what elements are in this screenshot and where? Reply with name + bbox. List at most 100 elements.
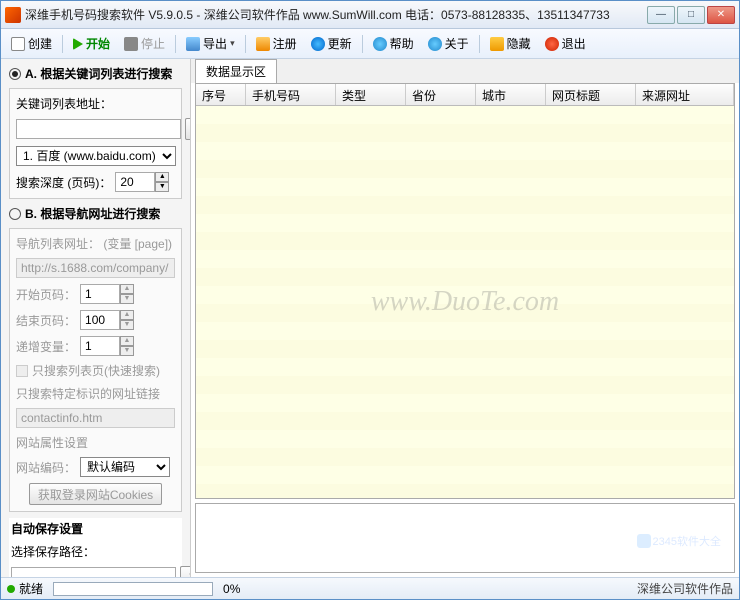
mode-b-radio[interactable]: B. 根据导航网址进行搜索: [9, 205, 182, 222]
encoding-select[interactable]: 默认编码: [80, 457, 170, 477]
titlebar[interactable]: 深维手机号码搜索软件 V5.9.0.5 - 深维公司软件作品 www.SumWi…: [1, 1, 739, 29]
col-city[interactable]: 城市: [476, 84, 546, 105]
depth-label: 搜索深度 (页码)：: [16, 174, 111, 191]
grid-body[interactable]: www.DuoTe.com: [196, 106, 734, 498]
hide-label: 隐藏: [507, 35, 531, 52]
spin-down-icon[interactable]: ▼: [155, 182, 169, 192]
savepath-label: 选择保存路径：: [11, 543, 180, 560]
about-icon: [428, 37, 442, 51]
increment-spinner[interactable]: ▲▼: [80, 336, 134, 356]
end-page-label: 结束页码：: [16, 312, 76, 329]
mode-a-label: A. 根据关键词列表进行搜索: [25, 65, 172, 82]
checkbox-icon: [16, 365, 28, 377]
end-page-input[interactable]: [80, 310, 120, 330]
nav-label: 导航列表网址： (变量 [page]): [16, 235, 175, 252]
start-page-spinner[interactable]: ▲▼: [80, 284, 134, 304]
col-type[interactable]: 类型: [336, 84, 406, 105]
register-label: 注册: [273, 35, 297, 52]
radio-icon: [9, 208, 21, 220]
ready-icon: [7, 585, 15, 593]
hide-button[interactable]: 隐藏: [484, 32, 537, 55]
keyword-addr-input[interactable]: [16, 119, 181, 139]
savepath-input[interactable]: [11, 567, 176, 577]
exit-icon: [545, 37, 559, 51]
separator: [175, 35, 176, 53]
section-a-group: 关键词列表地址： 导入 1. 百度 (www.baidu.com) 搜索深度 (…: [9, 88, 182, 199]
col-seq[interactable]: 序号: [196, 84, 246, 105]
col-source[interactable]: 来源网址: [636, 84, 734, 105]
spin-up-icon[interactable]: ▲: [120, 336, 134, 346]
separator: [62, 35, 63, 53]
col-province[interactable]: 省份: [406, 84, 476, 105]
spin-down-icon[interactable]: ▼: [120, 320, 134, 330]
maximize-button[interactable]: □: [677, 6, 705, 24]
progress-percent: 0%: [223, 582, 240, 596]
spin-up-icon[interactable]: ▲: [120, 310, 134, 320]
browse-button[interactable]: 浏览: [180, 566, 191, 577]
window-title: 深维手机号码搜索软件 V5.9.0.5 - 深维公司软件作品 www.SumWi…: [25, 6, 647, 23]
register-icon: [256, 37, 270, 51]
tab-data-display[interactable]: 数据显示区: [195, 59, 277, 83]
about-label: 关于: [445, 35, 469, 52]
data-grid[interactable]: 序号 手机号码 类型 省份 城市 网页标题 来源网址 www.DuoTe.com: [195, 83, 735, 499]
start-label: 开始: [86, 35, 110, 52]
siteattr-label: 网站属性设置: [16, 434, 175, 451]
export-button[interactable]: 导出▾: [180, 32, 241, 55]
play-icon: [73, 38, 83, 50]
end-page-spinner[interactable]: ▲▼: [80, 310, 134, 330]
statusbar: 就绪 0% 深维公司软件作品: [1, 577, 739, 599]
spin-down-icon[interactable]: ▼: [120, 346, 134, 356]
update-icon: [311, 37, 325, 51]
spin-up-icon[interactable]: ▲: [120, 284, 134, 294]
sidebar: A. 根据关键词列表进行搜索 关键词列表地址： 导入 1. 百度 (www.ba…: [1, 59, 191, 577]
search-engine-select[interactable]: 1. 百度 (www.baidu.com): [16, 146, 176, 166]
section-b-group: 导航列表网址： (变量 [page]) 开始页码： ▲▼ 结束页码： ▲▼ 递增…: [9, 228, 182, 512]
register-button[interactable]: 注册: [250, 32, 303, 55]
log-pane[interactable]: [195, 503, 735, 573]
separator: [245, 35, 246, 53]
new-button[interactable]: 创建: [5, 32, 58, 55]
listonly-checkbox[interactable]: 只搜索列表页(快速搜索): [16, 362, 175, 379]
stop-icon: [124, 37, 138, 51]
exit-label: 退出: [562, 35, 586, 52]
progress-bar: [53, 582, 213, 596]
help-label: 帮助: [390, 35, 414, 52]
autosave-group: 自动保存设置 选择保存路径： 浏览 去除重复手机号码 去除手机号前的"0" 搜索…: [9, 518, 182, 577]
depth-input[interactable]: [115, 172, 155, 192]
linkfilter-input[interactable]: [16, 408, 175, 428]
nav-url-input[interactable]: [16, 258, 175, 278]
close-button[interactable]: ✕: [707, 6, 735, 24]
exit-button[interactable]: 退出: [539, 32, 592, 55]
start-page-label: 开始页码：: [16, 286, 76, 303]
app-icon: [5, 7, 21, 23]
col-phone[interactable]: 手机号码: [246, 84, 336, 105]
export-icon: [186, 37, 200, 51]
export-label: 导出: [203, 35, 227, 52]
cookies-button[interactable]: 获取登录网站Cookies: [29, 483, 162, 505]
minimize-button[interactable]: —: [647, 6, 675, 24]
toolbar: 创建 开始 停止 导出▾ 注册 更新 帮助 关于 隐藏 退出: [1, 29, 739, 59]
start-page-input[interactable]: [80, 284, 120, 304]
help-button[interactable]: 帮助: [367, 32, 420, 55]
increment-input[interactable]: [80, 336, 120, 356]
new-icon: [11, 37, 25, 51]
depth-spinner[interactable]: ▲▼: [115, 172, 169, 192]
stop-button[interactable]: 停止: [118, 32, 171, 55]
increment-label: 递增变量：: [16, 338, 76, 355]
spin-up-icon[interactable]: ▲: [155, 172, 169, 182]
start-button[interactable]: 开始: [67, 32, 116, 55]
col-title[interactable]: 网页标题: [546, 84, 636, 105]
grid-header: 序号 手机号码 类型 省份 城市 网页标题 来源网址: [196, 84, 734, 106]
grid-rows-bg: [196, 106, 734, 498]
about-button[interactable]: 关于: [422, 32, 475, 55]
new-label: 创建: [28, 35, 52, 52]
company-label: 深维公司软件作品: [637, 580, 733, 597]
mode-a-radio[interactable]: A. 根据关键词列表进行搜索: [9, 65, 182, 82]
hide-icon: [490, 37, 504, 51]
stop-label: 停止: [141, 35, 165, 52]
linkfilter-label: 只搜索特定标识的网址链接: [16, 385, 175, 402]
update-button[interactable]: 更新: [305, 32, 358, 55]
spin-down-icon[interactable]: ▼: [120, 294, 134, 304]
separator: [479, 35, 480, 53]
encoding-label: 网站编码：: [16, 459, 76, 476]
